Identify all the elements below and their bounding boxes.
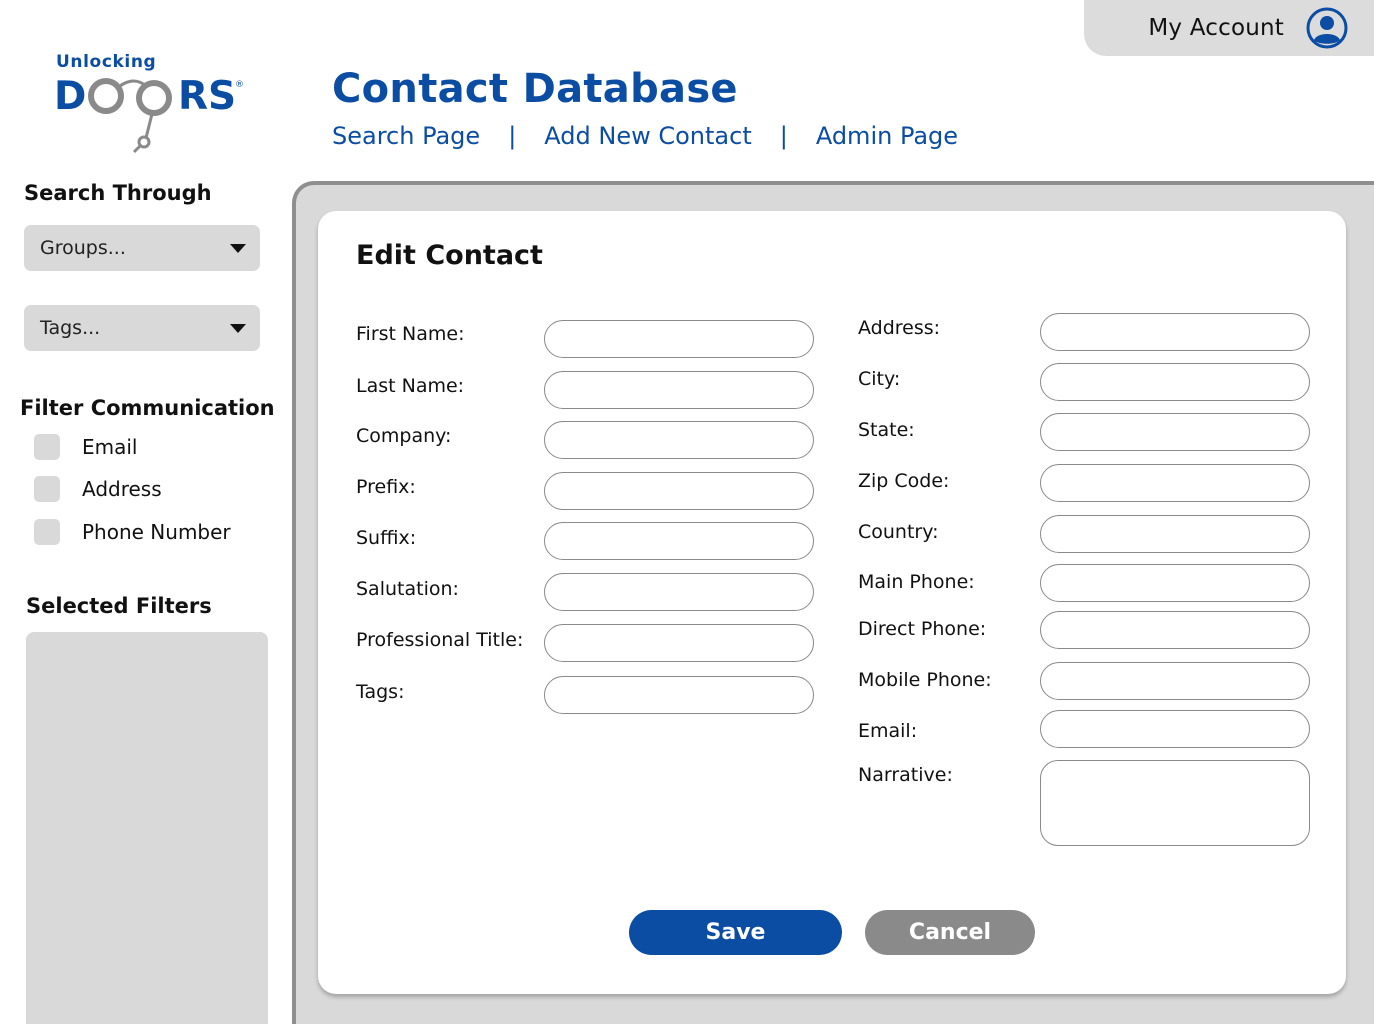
filter-phone-checkbox[interactable]	[34, 519, 60, 545]
main-phone-label: Main Phone:	[858, 571, 975, 593]
my-account-label: My Account	[1148, 15, 1284, 41]
my-account-button[interactable]: My Account	[1084, 0, 1374, 56]
city-label: City:	[858, 368, 901, 390]
logo-text-unlocking: Unlocking	[56, 52, 157, 72]
company-input[interactable]	[544, 421, 814, 459]
professional-title-label: Professional Title:	[356, 629, 524, 651]
selected-filters-box	[26, 632, 268, 1024]
suffix-label: Suffix:	[356, 527, 417, 549]
first-name-label: First Name:	[356, 323, 465, 345]
last-name-input[interactable]	[544, 371, 814, 409]
filter-email-checkbox[interactable]	[34, 434, 60, 460]
groups-dropdown[interactable]: Groups...	[24, 225, 260, 271]
suffix-input[interactable]	[544, 522, 814, 560]
save-button[interactable]: Save	[629, 910, 842, 955]
professional-title-input[interactable]	[544, 624, 814, 662]
unlocking-doors-logo: Unlocking D RS ®	[54, 50, 248, 154]
first-name-input[interactable]	[544, 320, 814, 358]
selected-filters-heading: Selected Filters	[26, 594, 212, 618]
last-name-label: Last Name:	[356, 375, 465, 397]
caret-down-icon	[230, 243, 246, 253]
logo-letter-d: D	[54, 74, 87, 119]
filter-address-label: Address	[82, 477, 162, 501]
edit-contact-title: Edit Contact	[356, 240, 543, 271]
tags-label: Tags:	[356, 681, 405, 703]
email-label: Email:	[858, 720, 918, 742]
tags-input[interactable]	[544, 676, 814, 714]
prefix-label: Prefix:	[356, 476, 416, 498]
zip-code-input[interactable]	[1040, 464, 1310, 502]
salutation-input[interactable]	[544, 573, 814, 611]
tags-dropdown-value: Tags...	[40, 317, 101, 339]
filter-phone-label: Phone Number	[82, 520, 231, 544]
filter-address-row: Address	[34, 476, 162, 502]
zip-code-label: Zip Code:	[858, 470, 950, 492]
page-title: Contact Database	[332, 66, 738, 112]
search-through-heading: Search Through	[24, 181, 212, 205]
mobile-phone-input[interactable]	[1040, 662, 1310, 700]
cancel-button[interactable]: Cancel	[865, 910, 1035, 955]
email-input[interactable]	[1040, 710, 1310, 748]
nav-search-page[interactable]: Search Page	[332, 122, 480, 150]
nav-add-new-contact[interactable]: Add New Contact	[544, 122, 751, 150]
address-label: Address:	[858, 317, 941, 339]
tags-dropdown[interactable]: Tags...	[24, 305, 260, 351]
narrative-label: Narrative:	[858, 764, 953, 786]
state-input[interactable]	[1040, 413, 1310, 451]
logo-registered-mark: ®	[235, 80, 244, 90]
filter-email-row: Email	[34, 434, 138, 460]
address-input[interactable]	[1040, 313, 1310, 351]
state-label: State:	[858, 419, 915, 441]
nav-admin-page[interactable]: Admin Page	[816, 122, 958, 150]
company-label: Company:	[356, 425, 452, 447]
city-input[interactable]	[1040, 363, 1310, 401]
country-label: Country:	[858, 521, 939, 543]
nav-separator: |	[508, 122, 517, 150]
groups-dropdown-value: Groups...	[40, 237, 126, 259]
prefix-input[interactable]	[544, 472, 814, 510]
mobile-phone-label: Mobile Phone:	[858, 669, 992, 691]
filter-communication-heading: Filter Communication	[20, 396, 275, 420]
filter-address-checkbox[interactable]	[34, 476, 60, 502]
salutation-label: Salutation:	[356, 578, 459, 600]
top-nav: Search Page | Add New Contact | Admin Pa…	[332, 122, 958, 150]
handcuffs-icon	[88, 78, 172, 154]
direct-phone-input[interactable]	[1040, 611, 1310, 649]
filter-email-label: Email	[82, 435, 138, 459]
nav-separator: |	[779, 122, 788, 150]
country-input[interactable]	[1040, 515, 1310, 553]
narrative-textarea[interactable]	[1040, 760, 1310, 846]
direct-phone-label: Direct Phone:	[858, 618, 987, 640]
main-phone-input[interactable]	[1040, 564, 1310, 602]
caret-down-icon	[230, 323, 246, 333]
user-circle-icon	[1306, 7, 1348, 49]
filter-phone-row: Phone Number	[34, 519, 231, 545]
logo-letters-rs: RS	[178, 74, 237, 119]
